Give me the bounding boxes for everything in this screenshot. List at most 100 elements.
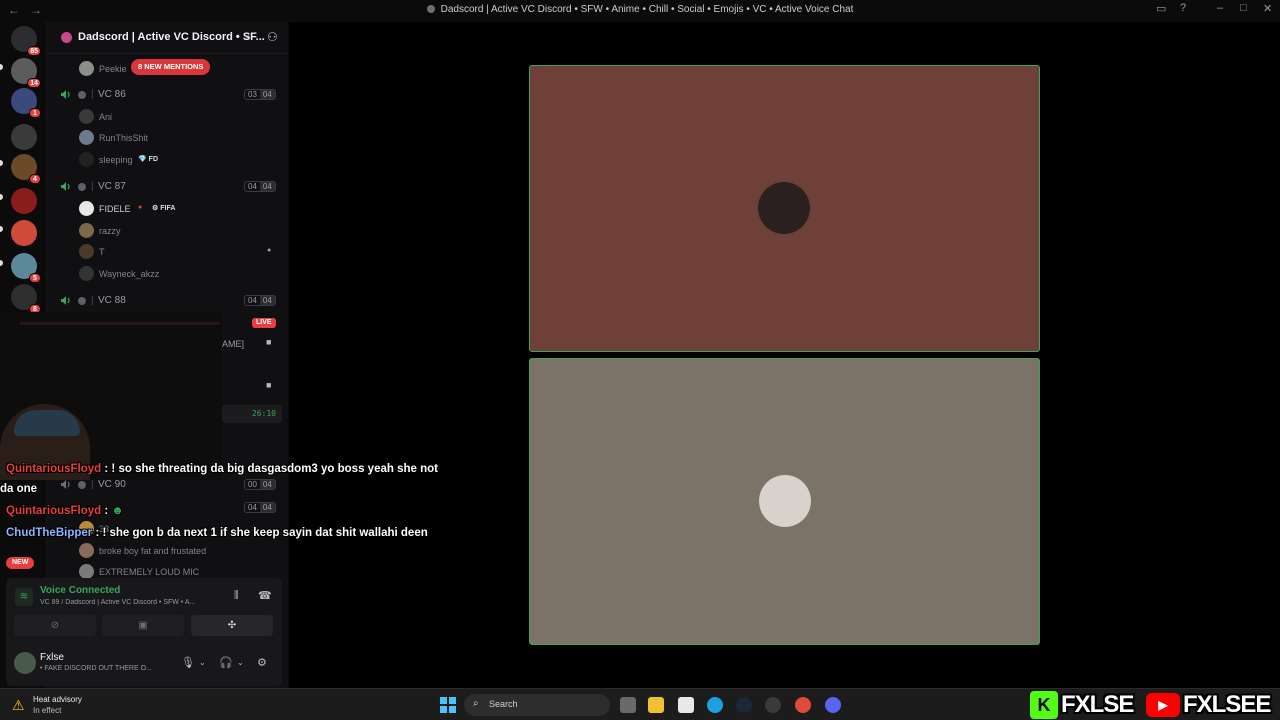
avatar [79, 266, 94, 281]
avatar [79, 543, 94, 558]
activity-icon: ● [267, 247, 272, 254]
signal-icon[interactable]: ≋ [15, 588, 33, 606]
user-limit-badge: 03 04 [244, 89, 276, 100]
channel-status-dot [78, 297, 86, 305]
chevron-down-icon[interactable]: ⌄ [237, 658, 244, 667]
video-tile-user-2[interactable] [529, 358, 1040, 645]
channel-user-partial: AME] [222, 339, 245, 349]
search-icon: ⌕ [473, 698, 479, 709]
voice-channel-vc87[interactable]: | VC 87 04 04 [47, 178, 289, 196]
server-icon-3[interactable] [11, 124, 37, 150]
live-badge: LIVE [252, 318, 276, 328]
server-icon-8[interactable]: 8 [11, 284, 41, 314]
webcam-cap [14, 410, 80, 436]
close-button[interactable]: ✕ [1263, 2, 1272, 15]
camera-off-button[interactable]: ⊘ [14, 615, 96, 636]
file-explorer-icon[interactable] [648, 697, 664, 713]
user-panel: Fxlse • FAKE DISCORD OUT THERE O... 🎙 ⌄ … [6, 642, 282, 686]
server-icon-6[interactable] [11, 220, 37, 246]
unread-pill [0, 64, 3, 70]
webcam-stripe [20, 322, 220, 325]
voice-user[interactable]: FIDELE ● ⚙ FIFA [47, 200, 289, 218]
emoji-icon: ☻ [111, 505, 124, 517]
home-discord-icon[interactable]: 85 [11, 26, 41, 56]
speaker-icon [61, 296, 70, 305]
unread-pill [0, 226, 3, 232]
task-view-icon[interactable] [620, 697, 636, 713]
voice-user[interactable]: Ani [47, 108, 289, 126]
server-icon-1[interactable]: 14 [11, 58, 41, 88]
call-timer: 26:10 [222, 405, 282, 423]
speaker-icon [61, 182, 70, 191]
avatar[interactable] [14, 652, 36, 674]
voice-user[interactable]: razzy [47, 222, 289, 240]
voice-channel-vc86[interactable]: | VC 86 03 04 [47, 86, 289, 104]
speaker-icon [61, 90, 70, 99]
avatar [79, 130, 94, 145]
voice-channel-subtitle[interactable]: VC 89 / Dadscord | Active VC Discord • S… [40, 599, 230, 606]
username[interactable]: Fxlse [40, 652, 64, 663]
server-icon-4[interactable]: 4 [11, 154, 41, 184]
disconnect-icon[interactable]: ☎ [258, 589, 272, 602]
voice-user[interactable]: sleeping 💎 FD [47, 151, 289, 169]
share-screen-button[interactable]: ▣ [102, 615, 184, 636]
youtube-branding: ▶ FXLSEE [1146, 690, 1271, 720]
new-mentions-badge[interactable]: 8 NEW MENTIONS [131, 59, 211, 75]
voice-status-title[interactable]: Voice Connected [40, 585, 120, 596]
maximize-button[interactable]: □ [1240, 2, 1247, 14]
kick-logo-icon: K [1030, 691, 1058, 719]
start-button[interactable] [440, 697, 456, 713]
voice-channel-vc88[interactable]: | VC 88 04 04 [47, 292, 289, 310]
custom-status[interactable]: • FAKE DISCORD OUT THERE O... [40, 665, 170, 672]
voice-user[interactable]: T ● [47, 243, 289, 261]
voice-user[interactable]: RunThisShit [47, 129, 289, 147]
steam-icon[interactable] [736, 697, 752, 713]
user-limit-badge: 00 04 [244, 479, 276, 490]
video-tile-user-1[interactable] [529, 65, 1040, 352]
chat-message: QuintariousFloyd : ! so she threating da… [6, 463, 438, 475]
inbox-icon[interactable]: ▭ [1156, 2, 1166, 15]
chrome-icon[interactable] [795, 697, 811, 713]
chevron-down-icon[interactable]: ⌄ [243, 30, 251, 41]
avatar [79, 152, 94, 167]
server-icon-7[interactable]: 5 [11, 253, 41, 283]
user-limit-badge: 04 04 [244, 502, 276, 513]
chat-message: ChudTheBipper : ! she gon b da next 1 if… [6, 527, 428, 539]
discord-icon[interactable] [825, 697, 841, 713]
server-icon-5[interactable] [11, 188, 37, 214]
activities-button[interactable]: ✣ [191, 615, 273, 636]
avatar [79, 109, 94, 124]
voice-user[interactable]: Wayneck_akzz [47, 265, 289, 283]
unread-pill [0, 194, 3, 200]
user-limit-badge: 04 04 [244, 295, 276, 306]
minimize-button[interactable]: – [1217, 2, 1223, 14]
store-icon[interactable] [678, 697, 694, 713]
chat-message: da one [0, 483, 38, 495]
webcam-overlay [0, 312, 222, 480]
window-title: Dadscord | Active VC Discord • SFW • Ani… [0, 4, 1280, 15]
unread-pill [0, 260, 3, 266]
avatar [79, 223, 94, 238]
noise-suppression-icon[interactable]: ⫼ [234, 590, 239, 601]
invite-people-icon[interactable]: ⚇ [267, 30, 278, 44]
headphones-icon[interactable]: 🎧 [219, 656, 233, 669]
voice-stage [289, 22, 1280, 688]
chat-message: QuintariousFloyd : ☻ [6, 505, 124, 517]
avatar [758, 182, 810, 234]
microphone-icon[interactable]: 🎙 [181, 656, 195, 669]
voice-user[interactable]: broke boy fat and frustated [47, 542, 289, 560]
server-icon-2[interactable]: 1 [11, 88, 41, 118]
gear-icon[interactable]: ⚙ [257, 656, 267, 669]
avatar [79, 201, 94, 216]
channel-status-dot [78, 481, 86, 489]
guild-header[interactable]: Dadscord | Active VC Discord • SF... ⌄ ⚇ [47, 22, 289, 54]
avatar [759, 475, 811, 527]
edge-icon[interactable] [707, 697, 723, 713]
help-icon[interactable]: ? [1180, 2, 1186, 14]
taskbar-search[interactable]: ⌕ Search [464, 694, 610, 716]
chevron-down-icon[interactable]: ⌄ [199, 658, 206, 667]
avatar [79, 61, 94, 76]
new-badge[interactable]: NEW [6, 557, 35, 569]
flame-icon: ● [138, 204, 143, 211]
app-icon[interactable] [765, 697, 781, 713]
